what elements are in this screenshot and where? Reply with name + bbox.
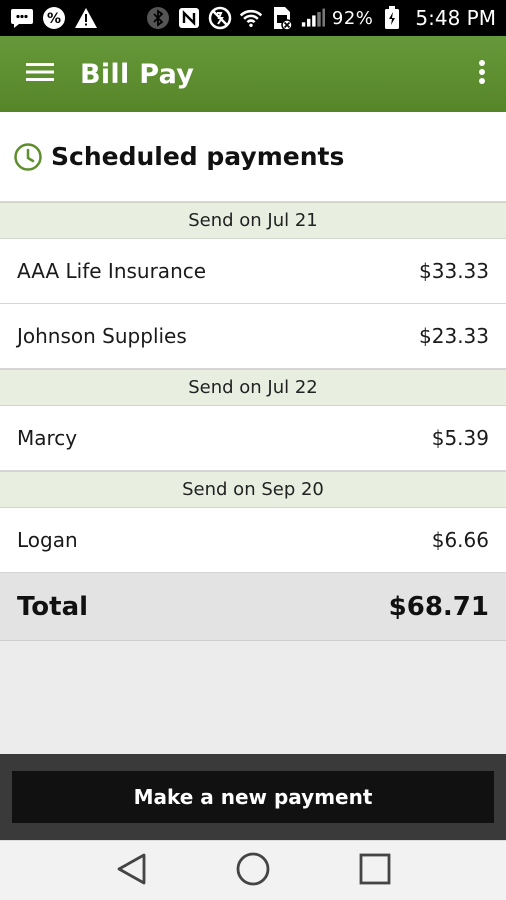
battery-percent: 92% bbox=[331, 7, 374, 29]
nfc-icon bbox=[177, 6, 201, 30]
sim-icon bbox=[270, 6, 294, 30]
wifi-icon bbox=[239, 6, 263, 30]
payment-row[interactable]: AAA Life Insurance $33.33 bbox=[0, 239, 506, 304]
date-header: Send on Jul 22 bbox=[0, 369, 506, 406]
status-bar: % 92% 5:48 PM bbox=[0, 0, 506, 36]
app-bar: Bill Pay bbox=[0, 36, 506, 112]
more-vert-icon bbox=[478, 59, 486, 89]
section-header: Scheduled payments bbox=[0, 112, 506, 202]
warning-icon bbox=[74, 6, 98, 30]
total-amount: $68.71 bbox=[388, 591, 489, 622]
recents-button[interactable] bbox=[351, 847, 399, 895]
payee-name: Marcy bbox=[17, 426, 78, 450]
content-area: Scheduled payments Send on Jul 21 AAA Li… bbox=[0, 112, 506, 754]
recents-icon bbox=[359, 853, 391, 889]
payee-name: Johnson Supplies bbox=[17, 324, 187, 348]
home-button[interactable] bbox=[229, 847, 277, 895]
section-title: Scheduled payments bbox=[51, 142, 345, 171]
payment-row[interactable]: Logan $6.66 bbox=[0, 508, 506, 573]
date-header: Send on Sep 20 bbox=[0, 471, 506, 508]
make-new-payment-button[interactable]: Make a new payment bbox=[12, 771, 494, 823]
footer-bar: Make a new payment bbox=[0, 754, 506, 840]
payment-row[interactable]: Marcy $5.39 bbox=[0, 406, 506, 471]
payment-amount: $6.66 bbox=[431, 528, 489, 552]
overflow-menu-button[interactable] bbox=[458, 36, 506, 112]
percent-icon: % bbox=[42, 6, 66, 30]
total-row: Total $68.71 bbox=[0, 573, 506, 641]
signal-icon bbox=[301, 6, 325, 30]
back-icon bbox=[115, 852, 147, 890]
payment-amount: $5.39 bbox=[431, 426, 489, 450]
date-header: Send on Jul 21 bbox=[0, 202, 506, 239]
bluetooth-icon bbox=[146, 6, 170, 30]
system-nav-bar bbox=[0, 840, 506, 900]
back-button[interactable] bbox=[107, 847, 155, 895]
hamburger-menu-icon bbox=[26, 61, 54, 87]
svg-text:%: % bbox=[47, 11, 61, 27]
clock-time: 5:48 PM bbox=[415, 6, 496, 30]
messages-icon bbox=[10, 6, 34, 30]
app-title: Bill Pay bbox=[80, 58, 195, 90]
payee-name: AAA Life Insurance bbox=[17, 259, 207, 283]
battery-icon bbox=[380, 6, 404, 30]
payee-name: Logan bbox=[17, 528, 78, 552]
menu-button[interactable] bbox=[0, 36, 80, 112]
payment-amount: $23.33 bbox=[419, 324, 489, 348]
payment-amount: $33.33 bbox=[419, 259, 489, 283]
total-label: Total bbox=[17, 591, 89, 622]
clock-icon bbox=[13, 142, 43, 172]
mute-icon bbox=[208, 6, 232, 30]
home-icon bbox=[236, 852, 270, 890]
payment-row[interactable]: Johnson Supplies $23.33 bbox=[0, 304, 506, 369]
